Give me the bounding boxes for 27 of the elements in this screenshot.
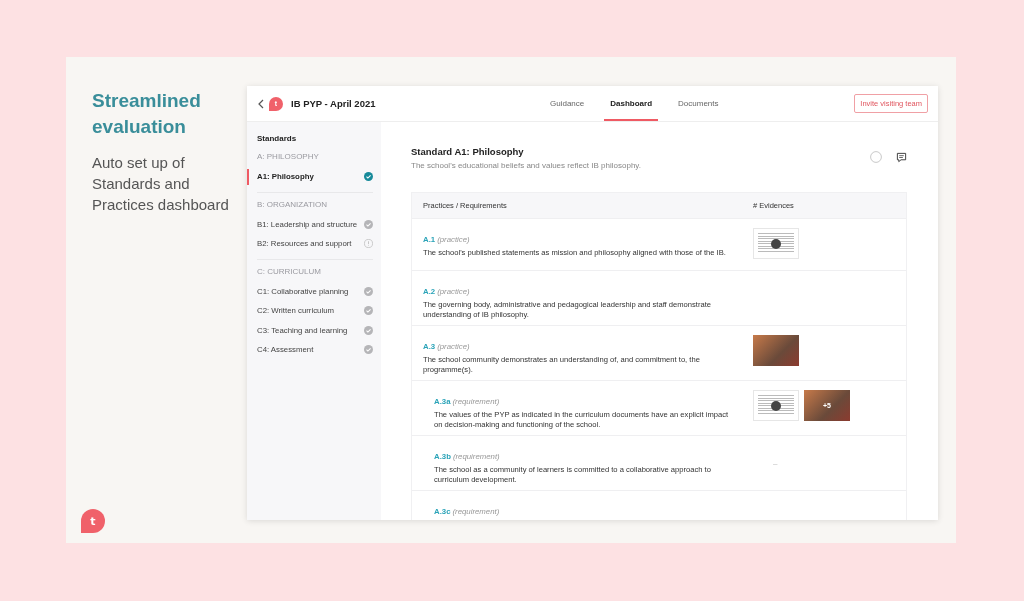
nav-tab[interactable]: Dashboard [604, 86, 659, 121]
standard-description: The school's educational beliefs and values reflect IB philosophy. [411, 161, 641, 170]
check-circle-icon [364, 172, 373, 182]
check-circle-icon [364, 286, 373, 296]
standard-title: Standard A1: Philosophy [411, 146, 525, 157]
group-heading: A: PHILOSOPHY [257, 152, 320, 161]
nav-tab[interactable]: Documents [672, 86, 725, 121]
promo-heading: Streamlined evaluation [92, 89, 202, 139]
check-circle-icon [364, 325, 373, 335]
back-icon[interactable] [257, 98, 265, 109]
document-thumbnail[interactable] [753, 228, 799, 259]
comment-icon[interactable] [896, 151, 907, 163]
sidebar-title: Standards [256, 134, 298, 143]
pdf-badge-icon [771, 239, 781, 249]
check-circle-icon [364, 345, 373, 355]
app-title: IB PYP - April 2021 [291, 98, 377, 109]
check-circle-icon [364, 219, 373, 229]
group-heading: B: ORGANIZATION [257, 199, 329, 209]
check-circle-icon [364, 306, 373, 316]
nav-tab[interactable]: Guidance [544, 86, 591, 121]
info-circle-icon [364, 239, 373, 249]
group-heading: C: CURRICULUM [257, 266, 322, 276]
pdf-badge-icon [771, 401, 781, 411]
document-thumbnail[interactable] [753, 390, 799, 421]
logo: t [81, 509, 105, 533]
empty-mark: – [773, 459, 778, 470]
promo-text: Auto set up of Standards and Practices dashboard [92, 153, 230, 215]
